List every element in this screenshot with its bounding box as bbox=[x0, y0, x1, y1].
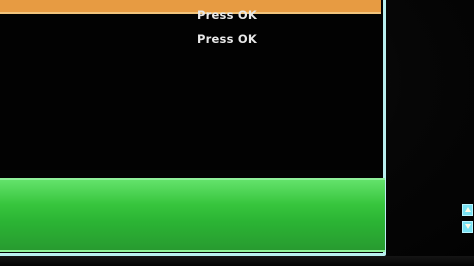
down-arrow-icon bbox=[465, 224, 471, 229]
selected-menu-row[interactable] bbox=[0, 178, 385, 252]
tv-screen: Press OK Press OK bbox=[0, 0, 474, 266]
scroll-down-button[interactable] bbox=[462, 221, 473, 233]
screen-bottom-edge bbox=[0, 256, 474, 266]
press-ok-text: Press OK bbox=[197, 32, 257, 46]
menu-frame: Press OK Press OK bbox=[0, 0, 386, 256]
scroll-indicator[interactable] bbox=[462, 204, 474, 240]
press-ok-text: Press OK bbox=[197, 8, 257, 22]
up-arrow-icon bbox=[465, 207, 471, 212]
scroll-up-button[interactable] bbox=[462, 204, 473, 216]
